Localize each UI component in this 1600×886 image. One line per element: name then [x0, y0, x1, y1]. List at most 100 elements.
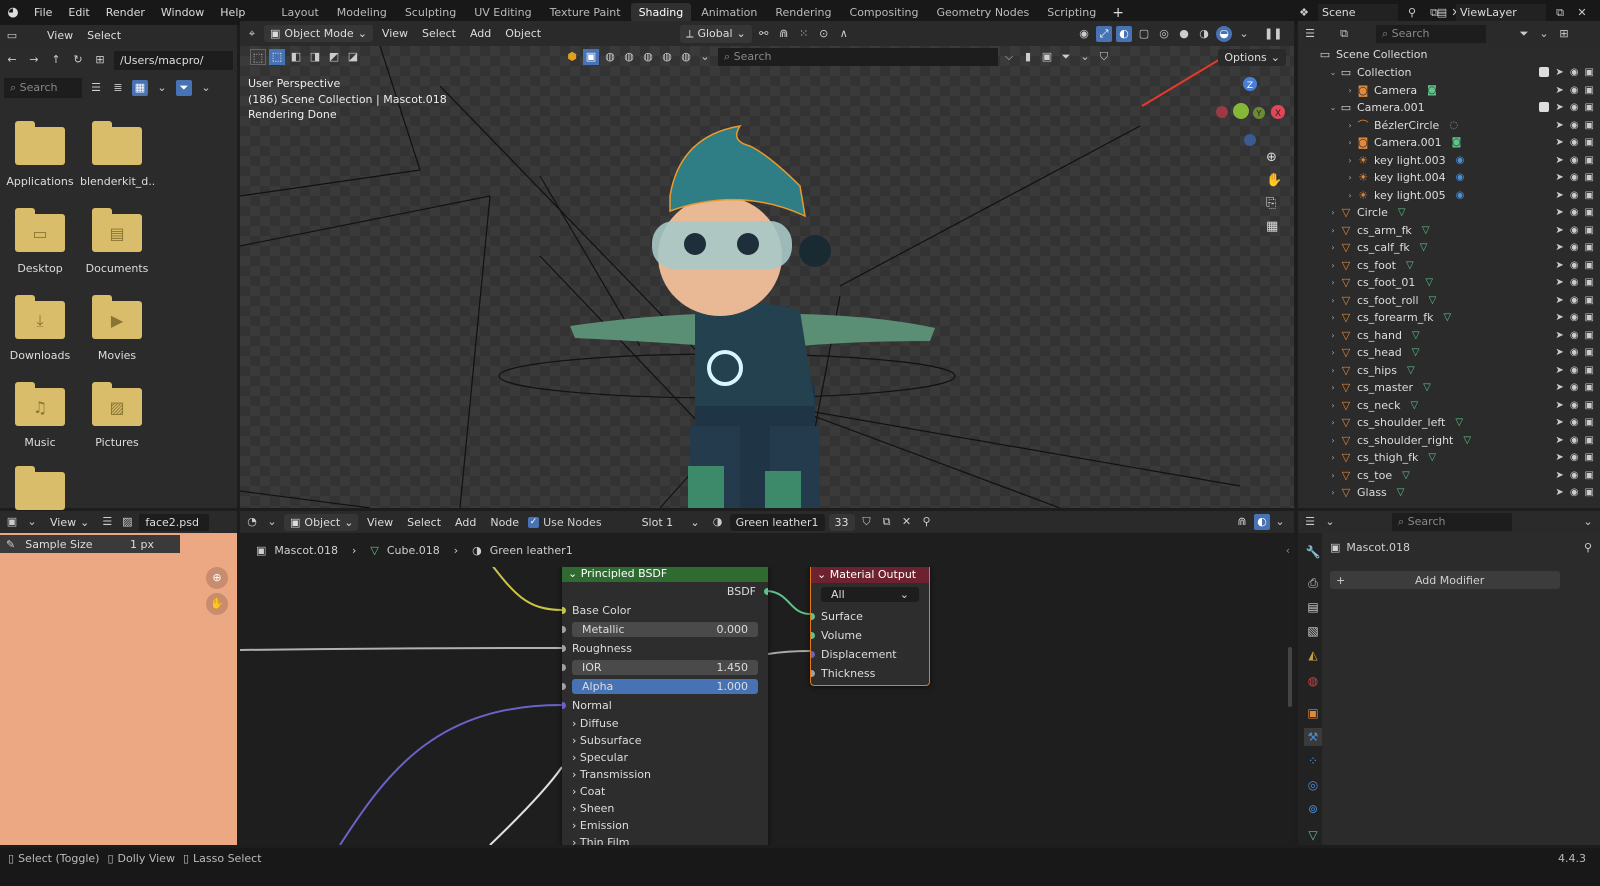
filter-mesh-icon[interactable]: ▣: [583, 49, 599, 65]
mesh-data-icon[interactable]: ▽: [1422, 225, 1430, 236]
select-arrow-icon[interactable]: ➤: [1555, 435, 1563, 446]
outliner-search-input[interactable]: ⌕ Search: [1376, 24, 1486, 43]
curve-data-icon[interactable]: ◌: [1449, 120, 1458, 131]
folder-pictures[interactable]: ▨ Pictures: [80, 382, 154, 449]
solid-shading-icon[interactable]: ●: [1176, 26, 1192, 42]
outliner-row[interactable]: › ☀ key light.003 ◉ ➤ ◉ ▣: [1300, 152, 1600, 169]
back-icon[interactable]: ←: [4, 52, 20, 68]
camera-render-icon[interactable]: ▣: [1585, 67, 1594, 78]
vp-add-menu[interactable]: Add: [465, 27, 496, 40]
mesh-data-icon[interactable]: ▽: [1402, 470, 1410, 481]
expand-chevron-icon[interactable]: ›: [1344, 86, 1356, 95]
eye-icon[interactable]: ◉: [1570, 137, 1579, 148]
select-arrow-icon[interactable]: ➤: [1555, 295, 1563, 306]
tab-animation[interactable]: Animation: [693, 3, 765, 22]
chevron-down-icon[interactable]: ⌄: [1077, 49, 1093, 65]
options-icon[interactable]: ⌄: [1580, 514, 1596, 530]
tab-modeling[interactable]: Modeling: [329, 3, 395, 22]
expand-chevron-icon[interactable]: ⌄: [1327, 68, 1339, 77]
mesh-data-icon[interactable]: ▽: [1397, 487, 1405, 498]
vp-object-menu[interactable]: Object: [500, 27, 546, 40]
outliner-row[interactable]: › ▽ cs_hand ▽ ➤ ◉ ▣: [1300, 327, 1600, 344]
falloff-icon[interactable]: ∧: [836, 26, 852, 42]
bsdf-panel-transmission[interactable]: › Transmission: [562, 766, 768, 783]
eyedropper-icon[interactable]: ✎: [6, 538, 15, 551]
eye-icon[interactable]: ◉: [1570, 260, 1579, 271]
material-users-count[interactable]: 33: [828, 513, 855, 531]
eye-icon[interactable]: ◉: [1570, 312, 1579, 323]
chevron-down-icon[interactable]: ⌄: [24, 514, 40, 530]
eye-icon[interactable]: ◉: [1570, 120, 1579, 131]
camera-render-icon[interactable]: ▣: [1585, 452, 1594, 463]
output-tab-icon[interactable]: ▤: [1304, 598, 1322, 616]
outliner-row[interactable]: ⌄ ▭ Camera.001 ➤ ◉ ▣: [1300, 99, 1600, 116]
select-arrow-icon[interactable]: ➤: [1555, 242, 1563, 253]
editor-type-icon[interactable]: ▣: [4, 514, 20, 530]
outliner-row[interactable]: › ▽ cs_foot ▽ ➤ ◉ ▣: [1300, 257, 1600, 274]
expand-chevron-icon[interactable]: ›: [1327, 296, 1339, 305]
use-nodes-toggle[interactable]: ✓ Use Nodes: [528, 516, 602, 529]
select-intersect-icon[interactable]: ◪: [345, 49, 361, 65]
expand-chevron-icon[interactable]: ›: [1327, 453, 1339, 462]
blender-logo-icon[interactable]: ◕: [0, 5, 26, 20]
close-icon[interactable]: ✕: [899, 514, 915, 530]
mesh-data-icon[interactable]: ▽: [1429, 295, 1437, 306]
filter-sphere5-icon[interactable]: ◍: [678, 49, 694, 65]
select-arrow-icon[interactable]: ➤: [1555, 382, 1563, 393]
thickness-socket[interactable]: [811, 670, 815, 677]
chevron-down-icon[interactable]: ⌄: [1322, 514, 1338, 530]
vp-view-menu[interactable]: View: [377, 27, 413, 40]
breadcrumb-mesh[interactable]: Cube.018: [387, 544, 440, 557]
expand-chevron-icon[interactable]: ›: [1344, 156, 1356, 165]
mesh-data-icon[interactable]: ▽: [1428, 452, 1436, 463]
filter-icon[interactable]: ⏷: [176, 80, 192, 96]
material-output-node[interactable]: ⌄ Material Output All ⌄ Surface Volume Di…: [810, 567, 930, 686]
new-collection-icon[interactable]: ⊞: [1556, 26, 1572, 42]
folder-partial[interactable]: [3, 466, 77, 510]
select-arrow-icon[interactable]: ➤: [1555, 400, 1563, 411]
camera-render-icon[interactable]: ▣: [1585, 487, 1594, 498]
parent-dir-icon[interactable]: ↑: [48, 52, 64, 68]
eye-icon[interactable]: ◉: [1570, 155, 1579, 166]
eye-icon[interactable]: ◉: [1570, 435, 1579, 446]
camera-render-icon[interactable]: ▣: [1585, 120, 1594, 131]
outliner-row[interactable]: › ▽ cs_toe ▽ ➤ ◉ ▣: [1300, 467, 1600, 484]
tab-scripting[interactable]: Scripting: [1039, 3, 1104, 22]
outliner-row[interactable]: › ▽ cs_forearm_fk ▽ ➤ ◉ ▣: [1300, 309, 1600, 326]
eye-icon[interactable]: ◉: [1570, 190, 1579, 201]
fb-select-menu[interactable]: Select: [82, 29, 126, 42]
eye-icon[interactable]: ◉: [1570, 417, 1579, 428]
mesh-data-icon[interactable]: ▽: [1407, 365, 1415, 376]
mesh-data-icon[interactable]: ▽: [1463, 435, 1471, 446]
modifier-tab-icon[interactable]: ⚒: [1304, 728, 1322, 746]
shield-icon[interactable]: ⛉: [1096, 49, 1112, 65]
editor-type-icon[interactable]: ▭: [4, 28, 20, 44]
outliner-row[interactable]: › ◙ Camera ◙ ➤ ◉ ▣: [1300, 82, 1600, 99]
add-workspace-icon[interactable]: +: [1104, 5, 1132, 21]
ior-field[interactable]: IOR 1.450: [572, 660, 758, 675]
camera-data-icon[interactable]: ◙: [1452, 137, 1462, 148]
camera-render-icon[interactable]: ▣: [1585, 470, 1594, 481]
folder-desktop[interactable]: ▭ Desktop: [3, 208, 77, 275]
mesh-data-icon[interactable]: ▽: [1425, 277, 1433, 288]
menu-edit[interactable]: Edit: [60, 6, 97, 19]
expand-chevron-icon[interactable]: ›: [1327, 418, 1339, 427]
chevron-down-icon[interactable]: ⌄: [697, 49, 713, 65]
filter-sphere2-icon[interactable]: ◍: [621, 49, 637, 65]
menu-file[interactable]: File: [26, 6, 60, 19]
mode-dropdown[interactable]: ▣ Object Mode ⌄: [264, 25, 373, 42]
eye-icon[interactable]: ◉: [1570, 172, 1579, 183]
rendered-shading-icon[interactable]: ◒: [1216, 25, 1232, 42]
camera-render-icon[interactable]: ▣: [1585, 365, 1594, 376]
bsdf-panel-specular[interactable]: › Specular: [562, 749, 768, 766]
refresh-icon[interactable]: ↻: [70, 52, 86, 68]
select-arrow-icon[interactable]: ➤: [1555, 85, 1563, 96]
eye-icon[interactable]: ◉: [1570, 470, 1579, 481]
outliner-row[interactable]: › ☀ key light.005 ◉ ➤ ◉ ▣: [1300, 187, 1600, 204]
new-folder-icon[interactable]: ⊞: [92, 52, 108, 68]
camera-render-icon[interactable]: ▣: [1585, 277, 1594, 288]
eye-icon[interactable]: ◉: [1570, 225, 1579, 236]
ne-select-menu[interactable]: Select: [402, 516, 446, 529]
list-detail-icon[interactable]: ≣: [110, 80, 126, 96]
display-mode-icon[interactable]: ⧉: [1336, 26, 1352, 42]
